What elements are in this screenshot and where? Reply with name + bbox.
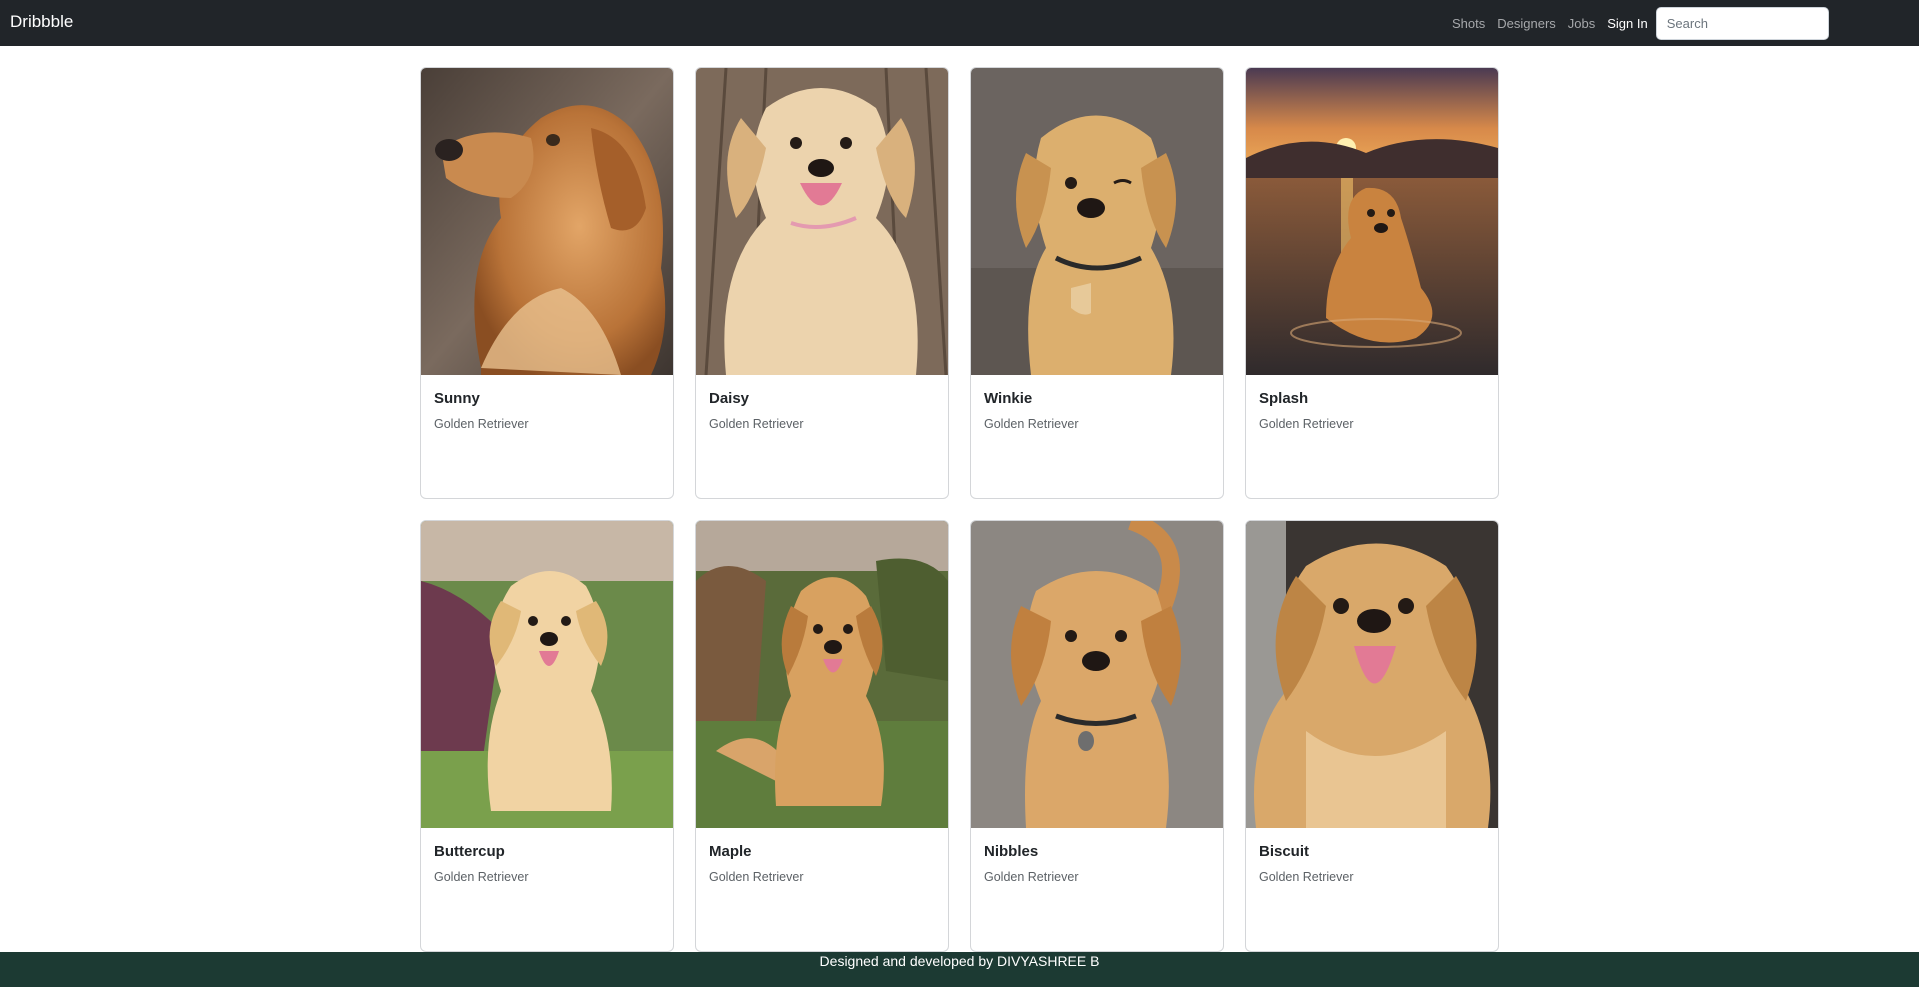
dog-card-maple[interactable]: Maple Golden Retriever (695, 520, 949, 952)
dog-name: Daisy (709, 390, 750, 407)
nav-links: Shots Designers Jobs Sign In (1452, 0, 1829, 46)
dog-name: Sunny (434, 390, 480, 407)
dog-card-daisy[interactable]: Daisy Golden Retriever (695, 67, 949, 499)
dog-breed: Golden Retriever (1259, 417, 1354, 431)
dog-name: Buttercup (434, 843, 505, 860)
dog-photo-biscuit (1246, 521, 1498, 828)
nav-link-shots[interactable]: Shots (1452, 16, 1485, 31)
brand-link[interactable]: Dribbble (10, 12, 73, 32)
footer: Designed and developed by DIVYASHREE B (0, 952, 1919, 987)
search-input[interactable] (1655, 6, 1829, 40)
footer-credit: Designed and developed by DIVYASHREE B (819, 953, 1100, 969)
dog-breed: Golden Retriever (434, 417, 529, 431)
nav-link-designers[interactable]: Designers (1497, 16, 1556, 31)
sign-in-link[interactable]: Sign In (1607, 16, 1647, 31)
dog-name: Splash (1259, 390, 1309, 407)
dog-card-splash[interactable]: Splash Golden Retriever (1245, 67, 1499, 499)
dog-name: Maple (709, 843, 752, 860)
dog-card-biscuit[interactable]: Biscuit Golden Retriever (1245, 520, 1499, 952)
dog-photo-splash (1246, 68, 1498, 375)
dog-card-nibbles[interactable]: Nibbles Golden Retriever (970, 520, 1224, 952)
dog-breed: Golden Retriever (984, 417, 1079, 431)
nav-link-jobs[interactable]: Jobs (1568, 16, 1595, 31)
dog-breed: Golden Retriever (1259, 870, 1354, 884)
dog-card-buttercup[interactable]: Buttercup Golden Retriever (420, 520, 674, 952)
dog-photo-daisy (696, 68, 948, 375)
dog-breed: Golden Retriever (434, 870, 529, 884)
dog-photo-maple (696, 521, 948, 828)
dog-breed: Golden Retriever (709, 417, 804, 431)
dog-photo-buttercup (421, 521, 673, 828)
dog-name: Nibbles (984, 843, 1039, 860)
dog-photo-sunny (421, 68, 673, 375)
dog-card-sunny[interactable]: Sunny Golden Retriever (420, 67, 674, 499)
dog-photo-winkie (971, 68, 1223, 375)
dog-breed: Golden Retriever (709, 870, 804, 884)
navbar: Dribbble Shots Designers Jobs Sign In (0, 0, 1919, 46)
dog-card-winkie[interactable]: Winkie Golden Retriever (970, 67, 1224, 499)
dog-name: Biscuit (1259, 843, 1310, 860)
dog-photo-nibbles (971, 521, 1223, 828)
dog-breed: Golden Retriever (984, 870, 1079, 884)
dog-name: Winkie (984, 390, 1033, 407)
